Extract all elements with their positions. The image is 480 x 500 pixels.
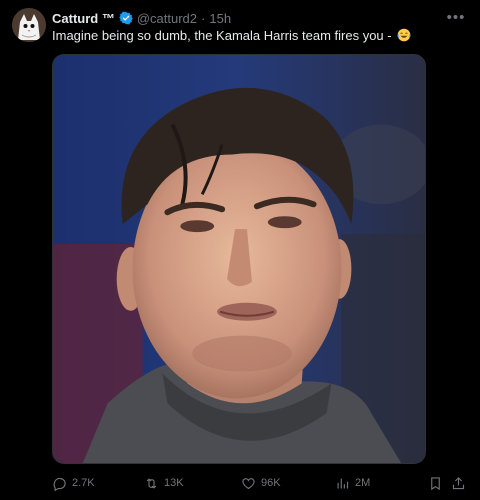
tweet-text-content: Imagine being so dumb, the Kamala Harris… [52,28,392,43]
views-chart-icon [337,478,349,488]
reply-button[interactable]: 2.7K [52,476,95,491]
tweet[interactable]: Catturd ™ @catturd2 · 15h ••• Imagine be… [0,0,480,500]
photo-image [53,55,425,463]
retweet-button[interactable]: 13K [144,476,184,491]
handle[interactable]: @catturd2 [137,11,197,26]
verified-badge-icon [119,11,133,25]
display-name[interactable]: Catturd ™ [52,11,115,26]
heart-icon [242,477,255,489]
share-icon [452,476,465,489]
like-count: 96K [261,477,281,489]
timestamp[interactable]: 15h [209,11,231,26]
tweet-header: Catturd ™ @catturd2 · 15h [52,9,440,27]
action-bar: 2.7K 13K 96K 2M [52,472,468,494]
bookmark-icon [431,476,440,490]
views-count: 2M [355,477,371,489]
views-button[interactable]: 2M [335,476,370,491]
more-options-icon[interactable]: ••• [446,9,466,25]
avatar[interactable] [12,8,46,42]
share-button[interactable] [451,476,466,491]
tweet-text: Imagine being so dumb, the Kamala Harris… [52,27,460,44]
reply-count: 2.7K [72,477,95,489]
tweet-photo[interactable] [52,54,426,464]
cat-avatar-icon [12,8,46,42]
separator-dot: · [201,10,206,26]
retweet-count: 13K [164,477,184,489]
reply-icon [53,477,66,491]
bookmark-button[interactable] [428,476,443,491]
face-with-tears-of-joy-icon [397,28,411,42]
retweet-icon [146,477,157,489]
like-button[interactable]: 96K [241,476,281,491]
